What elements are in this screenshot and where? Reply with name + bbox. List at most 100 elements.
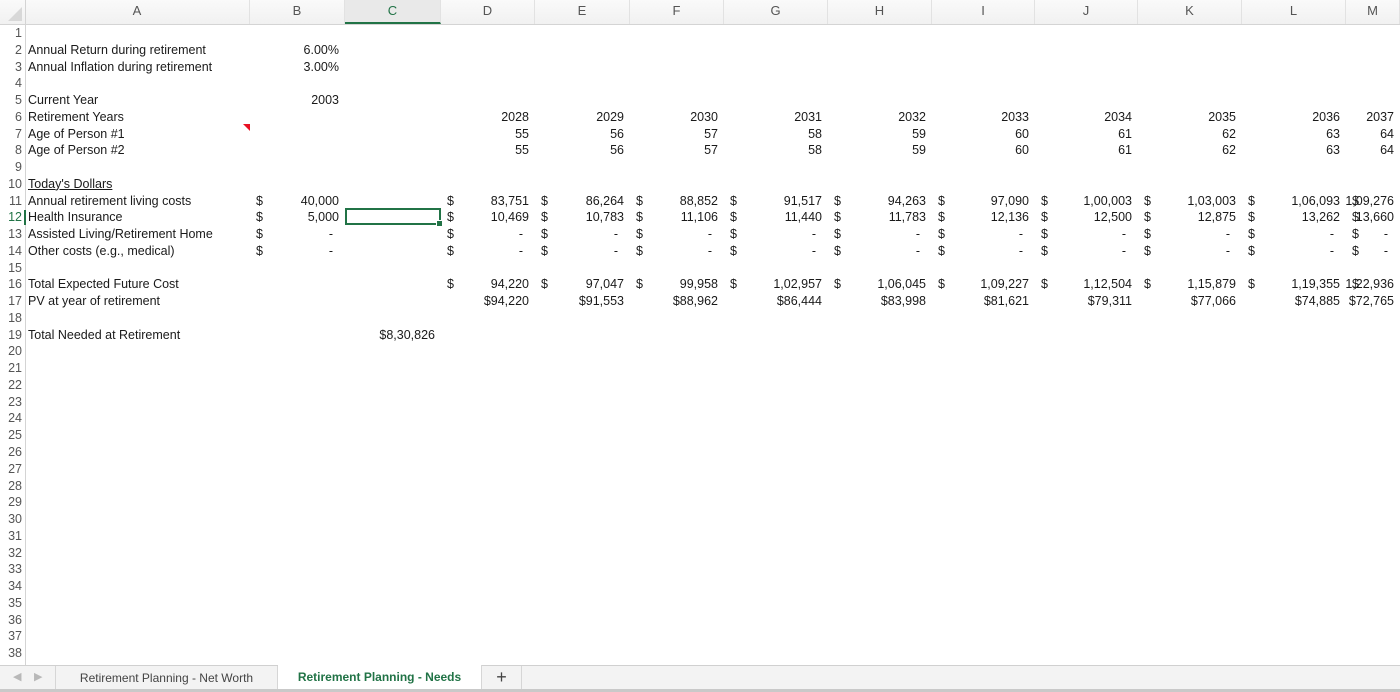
- row-header-25[interactable]: 25: [0, 427, 22, 444]
- cell-l17[interactable]: $72,765: [1346, 293, 1400, 310]
- cell-j11[interactable]: $1,03,003: [1138, 193, 1242, 210]
- cell-h17[interactable]: $81,621: [932, 293, 1035, 310]
- cell-j16[interactable]: $1,15,879: [1138, 276, 1242, 293]
- cell-i7[interactable]: 61: [1035, 126, 1138, 143]
- cell-h6[interactable]: 2033: [932, 109, 1035, 126]
- add-sheet-button[interactable]: +: [482, 666, 522, 690]
- cell-g7[interactable]: 59: [828, 126, 932, 143]
- cell-c12[interactable]: $10,469: [441, 209, 535, 226]
- cell-c17[interactable]: $94,220: [441, 293, 535, 310]
- cell-k11[interactable]: $1,06,093: [1242, 193, 1346, 210]
- cell-l13[interactable]: $ -: [1346, 226, 1400, 243]
- cell-j17[interactable]: $77,066: [1138, 293, 1242, 310]
- cell-l12[interactable]: $13,660: [1346, 209, 1400, 226]
- cell-l11[interactable]: $1,09,276: [1345, 193, 1400, 210]
- row-header-13[interactable]: 13: [0, 226, 22, 243]
- cell-a10-label[interactable]: Today's Dollars: [25, 176, 250, 193]
- cell-h14[interactable]: $ -: [932, 243, 1035, 260]
- row-header-12[interactable]: 12: [0, 209, 26, 226]
- cell-f13[interactable]: $ -: [724, 226, 828, 243]
- row-header-3[interactable]: 3: [0, 59, 22, 76]
- cell-i6[interactable]: 2034: [1035, 109, 1138, 126]
- select-all-corner[interactable]: [0, 0, 26, 24]
- next-sheet-icon[interactable]: ▶: [34, 670, 42, 683]
- cell-d12[interactable]: $10,783: [535, 209, 630, 226]
- row-header-6[interactable]: 6: [0, 109, 22, 126]
- column-header-e[interactable]: E: [535, 0, 630, 24]
- row-header-20[interactable]: 20: [0, 343, 22, 360]
- cell-j14[interactable]: $ -: [1138, 243, 1242, 260]
- cell-d13[interactable]: $ -: [535, 226, 630, 243]
- column-header-m[interactable]: M: [1346, 0, 1400, 24]
- cell-k13[interactable]: $ -: [1242, 226, 1346, 243]
- cell-b13[interactable]: $ -: [250, 226, 345, 243]
- cell-e8[interactable]: 57: [630, 142, 724, 159]
- row-header-7[interactable]: 7: [0, 126, 22, 143]
- row-header-29[interactable]: 29: [0, 494, 22, 511]
- row-header-8[interactable]: 8: [0, 142, 22, 159]
- cell-c14[interactable]: $ -: [441, 243, 535, 260]
- cell-g14[interactable]: $ -: [828, 243, 932, 260]
- cell-a14-label[interactable]: Other costs (e.g., medical): [25, 243, 250, 260]
- cell-e14[interactable]: $ -: [630, 243, 724, 260]
- cell-l7[interactable]: 64: [1346, 126, 1400, 143]
- cell-c19[interactable]: $8,30,826: [345, 327, 441, 344]
- cell-e7[interactable]: 57: [630, 126, 724, 143]
- column-header-i[interactable]: I: [932, 0, 1035, 24]
- row-header-15[interactable]: 15: [0, 260, 22, 277]
- cell-a3-label[interactable]: Annual Inflation during retirement: [25, 59, 250, 76]
- cell-c7[interactable]: 55: [441, 126, 535, 143]
- row-header-5[interactable]: 5: [0, 92, 22, 109]
- column-header-h[interactable]: H: [828, 0, 932, 24]
- cell-f14[interactable]: $ -: [724, 243, 828, 260]
- tab-retirement-planning-needs[interactable]: Retirement Planning - Needs: [278, 665, 482, 691]
- cell-d11[interactable]: $86,264: [535, 193, 630, 210]
- selected-cell-c12[interactable]: [345, 208, 443, 227]
- cell-h11[interactable]: $97,090: [932, 193, 1035, 210]
- cell-a11-label[interactable]: Annual retirement living costs: [25, 193, 250, 210]
- row-header-33[interactable]: 33: [0, 561, 22, 578]
- cell-k17[interactable]: $74,885: [1242, 293, 1346, 310]
- row-header-38[interactable]: 38: [0, 645, 22, 662]
- row-header-11[interactable]: 11: [0, 193, 22, 210]
- cell-b5[interactable]: 2003: [250, 92, 345, 109]
- cell-h12[interactable]: $12,136: [932, 209, 1035, 226]
- cell-d7[interactable]: 56: [535, 126, 630, 143]
- cell-i14[interactable]: $ -: [1035, 243, 1138, 260]
- cell-a6-label[interactable]: Retirement Years: [25, 109, 250, 126]
- cell-f7[interactable]: 58: [724, 126, 828, 143]
- row-header-21[interactable]: 21: [0, 360, 22, 377]
- cell-l16[interactable]: $1,22,936: [1345, 276, 1400, 293]
- cell-b11[interactable]: $40,000: [250, 193, 345, 210]
- cell-c16[interactable]: $94,220: [441, 276, 535, 293]
- cell-i12[interactable]: $12,500: [1035, 209, 1138, 226]
- row-header-28[interactable]: 28: [0, 478, 22, 495]
- cell-e16[interactable]: $99,958: [630, 276, 724, 293]
- cell-i8[interactable]: 61: [1035, 142, 1138, 159]
- cell-k7[interactable]: 63: [1242, 126, 1346, 143]
- cell-c8[interactable]: 55: [441, 142, 535, 159]
- row-header-9[interactable]: 9: [0, 159, 22, 176]
- cell-j13[interactable]: $ -: [1138, 226, 1242, 243]
- cell-i13[interactable]: $ -: [1035, 226, 1138, 243]
- cell-d17[interactable]: $91,553: [535, 293, 630, 310]
- cell-f12[interactable]: $11,440: [724, 209, 828, 226]
- row-header-27[interactable]: 27: [0, 461, 22, 478]
- cell-k16[interactable]: $1,19,355: [1242, 276, 1346, 293]
- cell-g8[interactable]: 59: [828, 142, 932, 159]
- row-header-19[interactable]: 19: [0, 327, 22, 344]
- cell-f6[interactable]: 2031: [724, 109, 828, 126]
- cell-f17[interactable]: $86,444: [724, 293, 828, 310]
- cell-j8[interactable]: 62: [1138, 142, 1242, 159]
- cell-k8[interactable]: 63: [1242, 142, 1346, 159]
- cell-b3[interactable]: 3.00%: [250, 59, 345, 76]
- cell-e6[interactable]: 2030: [630, 109, 724, 126]
- column-header-b[interactable]: B: [250, 0, 345, 24]
- row-header-23[interactable]: 23: [0, 394, 22, 411]
- cell-e12[interactable]: $11,106: [630, 209, 724, 226]
- row-header-31[interactable]: 31: [0, 528, 22, 545]
- cell-a16-label[interactable]: Total Expected Future Cost: [25, 276, 250, 293]
- row-header-24[interactable]: 24: [0, 410, 22, 427]
- cell-c6[interactable]: 2028: [441, 109, 535, 126]
- cell-c11[interactable]: $83,751: [441, 193, 535, 210]
